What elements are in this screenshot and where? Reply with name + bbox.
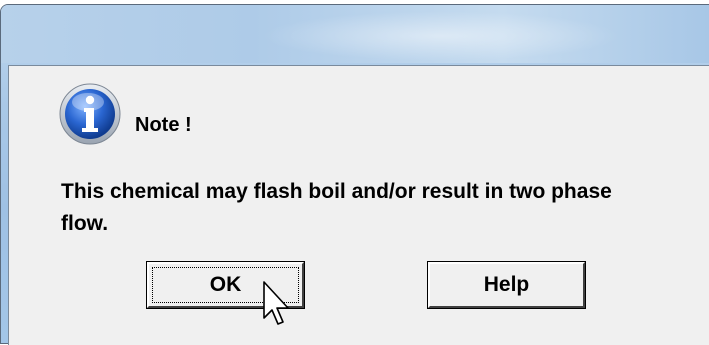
mouse-pointer-icon [263, 281, 289, 325]
help-button[interactable]: Help [427, 261, 586, 309]
title-bar-shine [261, 11, 621, 61]
info-icon [59, 83, 121, 145]
title-bar[interactable] [1, 5, 709, 63]
dialog-window [0, 4, 709, 345]
help-button-label: Help [483, 273, 530, 296]
dialog-message: This chemical may flash boil and/or resu… [61, 180, 612, 235]
note-title: Note ! [135, 114, 192, 136]
ok-button-label: OK [209, 273, 242, 296]
